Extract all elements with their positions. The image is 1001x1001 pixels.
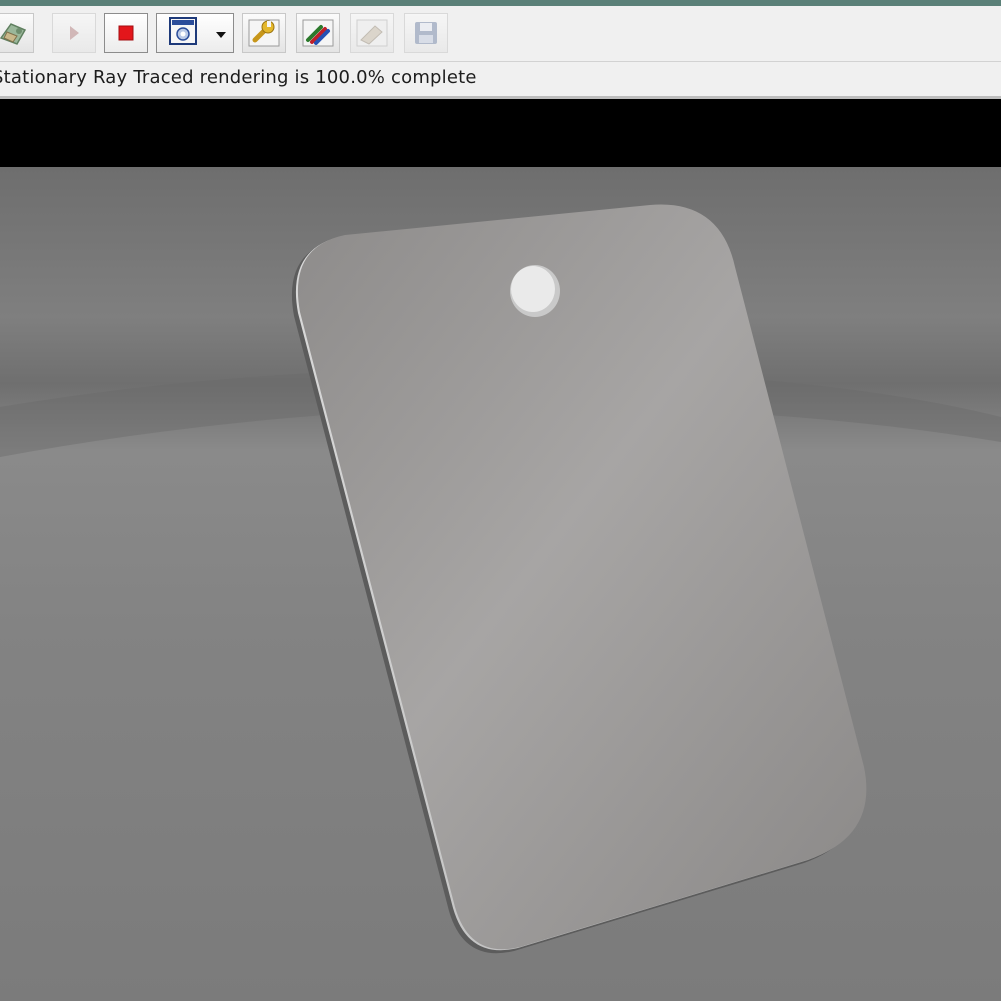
stop-render-button[interactable] [104,13,148,53]
wrench-settings-icon [247,18,281,48]
rendered-scene [0,167,1001,1001]
render-window: Stationary Ray Traced rendering is 100.0… [0,0,1001,1001]
eraser-icon [355,18,389,48]
edit-appearances-button[interactable] [296,13,340,53]
render-status-bar: Stationary Ray Traced rendering is 100.0… [0,62,1001,99]
floppy-disk-save-icon [412,19,440,47]
render-region-dropdown[interactable] [156,13,234,53]
render-toolbar [0,6,1001,62]
chevron-down-icon [215,24,227,43]
color-pencils-icon [301,18,335,48]
render-status-text: Stationary Ray Traced rendering is 100.0… [0,67,477,88]
viewport-letterbox-band [0,99,1001,167]
tag-hole [511,266,555,312]
clear-button[interactable] [350,13,394,53]
camera-view-button[interactable] [0,13,34,53]
start-render-button[interactable] [52,13,96,53]
stop-icon [116,23,136,43]
save-image-button[interactable] [404,13,448,53]
camera-view-icon [0,18,29,48]
render-region-icon [166,16,200,50]
render-region-button[interactable] [157,14,209,52]
play-icon [64,22,84,44]
render-region-dropdown-arrow[interactable] [209,14,233,52]
render-viewport [0,167,1001,1001]
render-settings-button[interactable] [242,13,286,53]
